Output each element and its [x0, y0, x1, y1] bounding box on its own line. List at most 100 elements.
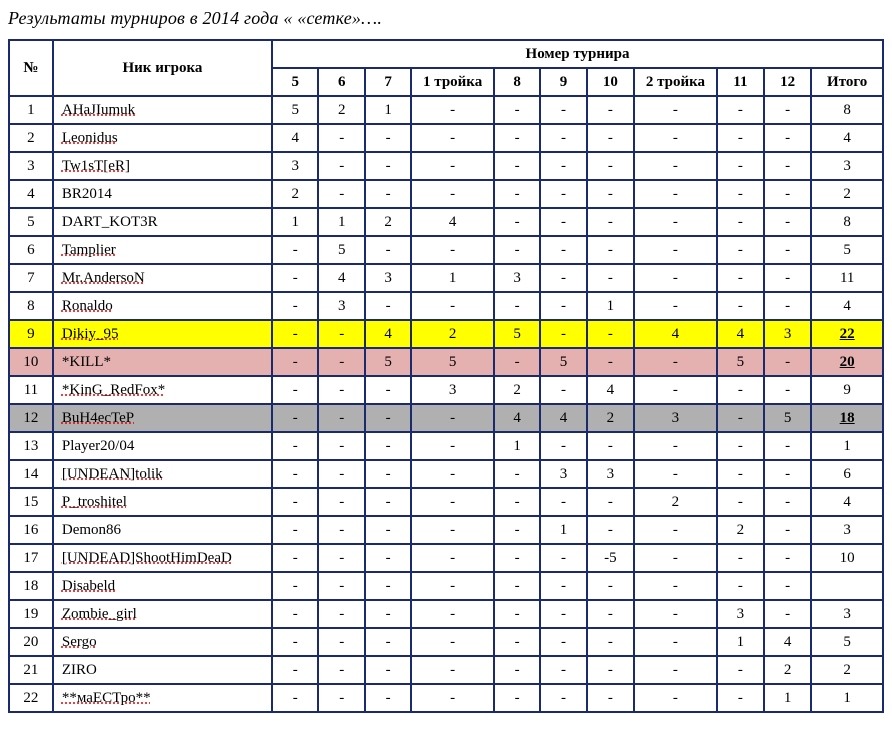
cell: -: [365, 544, 411, 572]
cell: -: [764, 208, 811, 236]
cell: -: [272, 572, 318, 600]
total-cell: 6: [811, 460, 883, 488]
cell: -: [587, 180, 634, 208]
cell: -: [365, 404, 411, 432]
cell: -: [318, 684, 364, 712]
cell: 3: [365, 264, 411, 292]
cell: -: [764, 516, 811, 544]
cell: 3: [411, 376, 494, 404]
player-name: Player20/04: [53, 432, 272, 460]
table-row: 22**маЕСТро**---------11: [9, 684, 883, 712]
cell: -: [494, 572, 540, 600]
row-number: 4: [9, 180, 53, 208]
total-cell: 5: [811, 236, 883, 264]
cell: -: [587, 488, 634, 516]
cell: -: [764, 124, 811, 152]
cell: 1: [764, 684, 811, 712]
cell: -: [634, 124, 717, 152]
col-1: 6: [318, 68, 364, 96]
cell: -: [634, 684, 717, 712]
table-row: 2Leonidus4---------4: [9, 124, 883, 152]
cell: -: [587, 96, 634, 124]
cell: -: [272, 348, 318, 376]
player-name: **маЕСТро**: [53, 684, 272, 712]
cell: -: [634, 180, 717, 208]
cell: -: [272, 320, 318, 348]
cell: -: [365, 292, 411, 320]
cell: -: [587, 320, 634, 348]
total-cell: 1: [811, 432, 883, 460]
cell: -: [764, 292, 811, 320]
cell: -: [634, 208, 717, 236]
cell: 1: [494, 432, 540, 460]
cell: 2: [764, 656, 811, 684]
cell: 2: [411, 320, 494, 348]
cell: 4: [587, 376, 634, 404]
cell: -: [717, 656, 764, 684]
player-name: Dikiy_95: [53, 320, 272, 348]
cell: -: [587, 432, 634, 460]
player-name: Demon86: [53, 516, 272, 544]
player-name: BR2014: [53, 180, 272, 208]
cell: -: [634, 572, 717, 600]
cell: -: [540, 180, 586, 208]
cell: -: [318, 124, 364, 152]
cell: 3: [494, 264, 540, 292]
cell: 1: [272, 208, 318, 236]
player-name: [UNDEAD]ShootHimDeaD: [53, 544, 272, 572]
cell: -: [272, 656, 318, 684]
cell: 3: [318, 292, 364, 320]
cell: -: [634, 376, 717, 404]
cell: -: [272, 404, 318, 432]
player-name: *KILL*: [53, 348, 272, 376]
cell: 5: [494, 320, 540, 348]
row-number: 7: [9, 264, 53, 292]
cell: 1: [411, 264, 494, 292]
col-tourn: Номер турнира: [272, 40, 883, 68]
total-cell: 18: [811, 404, 883, 432]
player-name: AHaJIumuk: [53, 96, 272, 124]
cell: -: [587, 600, 634, 628]
cell: -: [411, 180, 494, 208]
row-number: 15: [9, 488, 53, 516]
row-number: 21: [9, 656, 53, 684]
cell: 5: [717, 348, 764, 376]
cell: 1: [587, 292, 634, 320]
cell: -: [494, 124, 540, 152]
row-number: 18: [9, 572, 53, 600]
cell: -: [411, 628, 494, 656]
cell: -: [634, 236, 717, 264]
cell: 4: [272, 124, 318, 152]
cell: 3: [587, 460, 634, 488]
cell: -: [272, 264, 318, 292]
row-number: 6: [9, 236, 53, 264]
cell: -: [411, 432, 494, 460]
row-number: 19: [9, 600, 53, 628]
row-number: 3: [9, 152, 53, 180]
cell: -: [272, 488, 318, 516]
total-cell: 22: [811, 320, 883, 348]
col-3: 1 тройка: [411, 68, 494, 96]
cell: 3: [764, 320, 811, 348]
player-name: Mr.AndersoN: [53, 264, 272, 292]
cell: 2: [272, 180, 318, 208]
table-row: 15P_troshitel-------2--4: [9, 488, 883, 516]
cell: -: [272, 628, 318, 656]
cell: -5: [587, 544, 634, 572]
cell: -: [587, 124, 634, 152]
cell: -: [634, 292, 717, 320]
cell: -: [318, 180, 364, 208]
col-nick: Ник игрока: [53, 40, 272, 96]
cell: -: [634, 628, 717, 656]
cell: -: [587, 628, 634, 656]
row-number: 22: [9, 684, 53, 712]
cell: -: [717, 152, 764, 180]
cell: -: [540, 208, 586, 236]
cell: -: [717, 264, 764, 292]
cell: -: [365, 236, 411, 264]
cell: -: [272, 684, 318, 712]
player-name: Disabeld: [53, 572, 272, 600]
cell: -: [764, 460, 811, 488]
cell: 4: [717, 320, 764, 348]
total-cell: 5: [811, 628, 883, 656]
